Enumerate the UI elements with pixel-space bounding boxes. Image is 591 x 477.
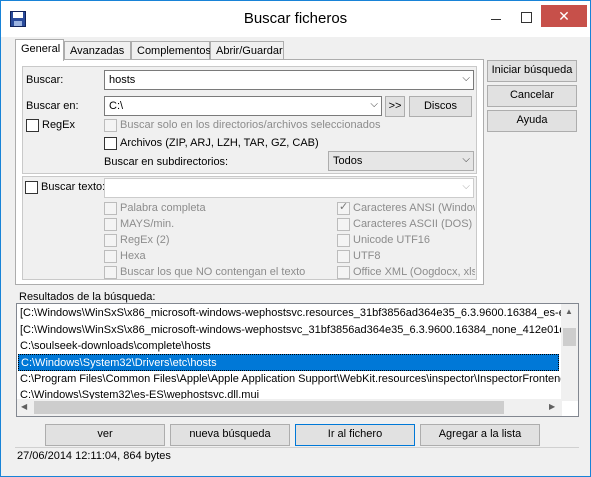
solo-dirs-checkbox[interactable] bbox=[104, 119, 117, 132]
chevron-down-icon[interactable]: ⌵ bbox=[370, 99, 378, 110]
results-list[interactable]: [C:\Windows\WinSxS\x86_microsoft-windows… bbox=[16, 303, 579, 417]
maximize-button[interactable] bbox=[511, 5, 541, 29]
scroll-left-icon[interactable]: ◀ bbox=[21, 402, 27, 411]
tab-avanzadas[interactable]: Avanzadas bbox=[64, 41, 131, 60]
buscar-label: Buscar: bbox=[26, 74, 64, 86]
chevron-down-icon[interactable]: ⌵ bbox=[462, 154, 470, 165]
status-bar: 27/06/2014 12:11:04, 864 bytes bbox=[15, 447, 579, 465]
list-item[interactable]: [C:\Windows\WinSxS\x86_microsoft-windows… bbox=[20, 305, 570, 322]
office-xml-checkbox[interactable] bbox=[337, 266, 350, 279]
minimize-button[interactable] bbox=[481, 5, 511, 29]
browse-arrows-button[interactable]: >> bbox=[385, 96, 405, 117]
regex2-label: RegEx (2) bbox=[120, 234, 170, 246]
buscar-combo[interactable]: hosts ⌵ bbox=[104, 70, 474, 90]
text-search-group: Buscar texto: ⌵ Palabra completa MAYS/mi… bbox=[22, 176, 477, 280]
vertical-scrollbar[interactable]: ▲ bbox=[561, 304, 578, 401]
buscar-en-combo[interactable]: C:\ ⌵ bbox=[104, 96, 382, 116]
new-search-button[interactable]: nueva búsqueda bbox=[170, 424, 290, 446]
ver-button[interactable]: ver bbox=[45, 424, 165, 446]
no-contengan-checkbox[interactable] bbox=[104, 266, 117, 279]
results-label: Resultados de la búsqueda: bbox=[19, 291, 156, 303]
mays-min-checkbox[interactable] bbox=[104, 218, 117, 231]
tab-abrir-guardar[interactable]: Abrir/Guardar bbox=[210, 41, 284, 60]
buscar-texto-label: Buscar texto: bbox=[41, 181, 106, 193]
horizontal-scroll-thumb[interactable] bbox=[34, 401, 504, 414]
ascii-checkbox[interactable] bbox=[337, 218, 350, 231]
horizontal-scrollbar[interactable]: ◀ ▶ bbox=[17, 399, 562, 416]
archivos-checkbox[interactable] bbox=[104, 137, 117, 150]
list-item[interactable]: C:\Program Files\Common Files\Apple\Appl… bbox=[20, 371, 566, 388]
subdirs-value: Todos bbox=[333, 155, 363, 167]
list-item[interactable]: C:\soulseek-downloads\complete\hosts bbox=[20, 338, 211, 355]
regex2-checkbox[interactable] bbox=[104, 234, 117, 247]
regex-checkbox[interactable] bbox=[26, 119, 39, 132]
add-to-list-button[interactable]: Agregar a la lista bbox=[420, 424, 540, 446]
hexa-label: Hexa bbox=[120, 250, 146, 262]
palabra-completa-label: Palabra completa bbox=[120, 202, 206, 214]
scroll-up-icon[interactable]: ▲ bbox=[565, 307, 573, 316]
chevron-down-icon[interactable]: ⌵ bbox=[462, 73, 470, 84]
list-item[interactable]: [C:\Windows\WinSxS\x86_microsoft-windows… bbox=[20, 322, 565, 339]
discos-button[interactable]: Discos bbox=[409, 96, 472, 117]
utf8-checkbox[interactable] bbox=[337, 250, 350, 263]
search-dialog-window: Buscar ficheros ✕ General Avanzadas Comp… bbox=[0, 0, 591, 477]
ascii-label: Caracteres ASCII (DOS) bbox=[353, 218, 473, 230]
archivos-label: Archivos (ZIP, ARJ, LZH, TAR, GZ, CAB) bbox=[120, 137, 319, 149]
list-item-selected[interactable]: C:\Windows\System32\Drivers\etc\hosts bbox=[18, 354, 559, 371]
utf16-label: Unicode UTF16 bbox=[353, 234, 431, 246]
mays-min-label: MAYS/min. bbox=[120, 218, 175, 230]
buscar-texto-checkbox[interactable] bbox=[25, 181, 38, 194]
close-button[interactable]: ✕ bbox=[541, 5, 587, 27]
buscar-en-value: C:\ bbox=[109, 100, 124, 112]
general-tab-panel: Buscar: hosts ⌵ Buscar en: C:\ ⌵ >> Disc… bbox=[15, 59, 484, 285]
start-search-button[interactable]: Iniciar búsqueda bbox=[487, 60, 577, 82]
tab-general[interactable]: General bbox=[15, 39, 64, 61]
palabra-completa-checkbox[interactable] bbox=[104, 202, 117, 215]
no-contengan-label: Buscar los que NO contengan el texto bbox=[120, 266, 306, 278]
buscar-en-label: Buscar en: bbox=[26, 100, 79, 112]
utf8-label: UTF8 bbox=[353, 250, 381, 262]
ansi-label: Caracteres ANSI (Windows) bbox=[353, 202, 475, 214]
tab-complementos[interactable]: Complementos bbox=[131, 41, 211, 60]
regex-label: RegEx bbox=[42, 119, 76, 131]
chevron-down-icon[interactable]: ⌵ bbox=[462, 181, 470, 192]
go-to-file-button[interactable]: Ir al fichero bbox=[295, 424, 415, 446]
cancel-button[interactable]: Cancelar bbox=[487, 85, 577, 107]
office-xml-label: Office XML (Oogdocx, xlsx bbox=[353, 266, 475, 278]
title-bar[interactable]: Buscar ficheros ✕ bbox=[1, 1, 590, 37]
hexa-checkbox[interactable] bbox=[104, 250, 117, 263]
ansi-checkbox[interactable] bbox=[337, 200, 350, 215]
subdirs-label: Buscar en subdirectorios: bbox=[104, 156, 229, 168]
scroll-right-icon[interactable]: ▶ bbox=[549, 402, 555, 411]
buscar-texto-combo[interactable]: ⌵ bbox=[104, 178, 474, 198]
search-options-group: Buscar: hosts ⌵ Buscar en: C:\ ⌵ >> Disc… bbox=[22, 66, 477, 174]
subdirs-select[interactable]: Todos ⌵ bbox=[328, 151, 474, 171]
solo-dirs-label: Buscar solo en los directorios/archivos … bbox=[120, 119, 381, 131]
utf16-checkbox[interactable] bbox=[337, 234, 350, 247]
vertical-scroll-thumb[interactable] bbox=[563, 328, 576, 346]
buscar-value: hosts bbox=[109, 74, 136, 86]
help-button[interactable]: Ayuda bbox=[487, 110, 577, 132]
